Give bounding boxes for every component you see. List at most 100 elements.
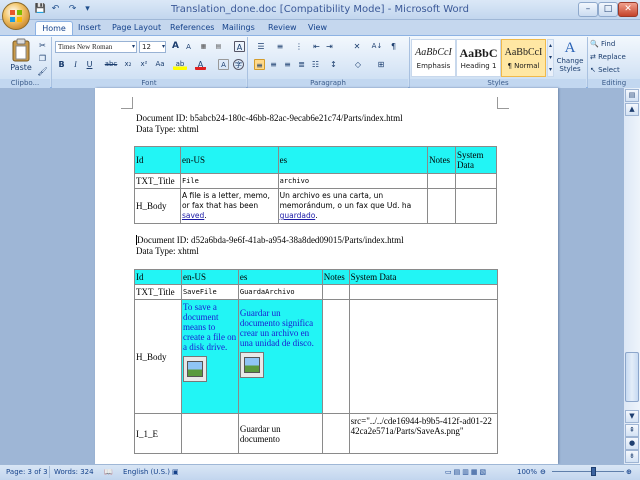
chevron-down-icon[interactable]: ▾ [158, 41, 169, 52]
cell-id[interactable]: H_Body [134, 188, 181, 224]
strikethrough-button[interactable]: abc [103, 59, 119, 70]
copy-icon[interactable]: ❐ [37, 53, 48, 64]
cell-en[interactable]: To save a document means to create a fil… [180, 299, 239, 414]
sort-button[interactable]: A↓ [370, 41, 384, 52]
superscript-button[interactable]: x² [137, 59, 151, 70]
cell-es[interactable]: GuardaArchivo [237, 284, 323, 300]
tab-page-layout[interactable]: Page Layout [110, 21, 163, 35]
proofing-icon[interactable]: 📖 [104, 466, 113, 478]
cell-id[interactable]: TXT_Title [134, 284, 182, 300]
close-button[interactable]: ✕ [618, 2, 638, 17]
borders-icon[interactable]: ⊞ [373, 59, 389, 70]
redo-icon[interactable]: ↷ [66, 3, 79, 16]
find-button[interactable]: 🔍 Find [590, 38, 638, 50]
zoom-level[interactable]: 100% [517, 466, 537, 478]
tab-home[interactable]: Home [35, 21, 73, 35]
maximize-button[interactable]: □ [598, 2, 618, 17]
cell-system-data[interactable]: src="../../cde16944-b9b5-412f-ad01-2242c… [348, 413, 499, 454]
office-button[interactable] [2, 2, 30, 30]
saved-link[interactable]: saved [182, 211, 204, 220]
enclose-characters-icon[interactable]: 字 [233, 59, 244, 70]
vertical-scrollbar[interactable] [624, 88, 640, 464]
scroll-down-icon[interactable]: ▼ [625, 410, 639, 423]
asian-layout-icon[interactable]: ✕ [349, 41, 365, 52]
image-placeholder-icon[interactable] [182, 356, 207, 382]
language-status[interactable]: English (U.S.) [123, 466, 170, 478]
change-case-button[interactable]: Aa [153, 59, 167, 70]
save-icon[interactable]: 💾 [34, 3, 47, 16]
previous-page-icon[interactable]: ⇞ [625, 424, 639, 437]
select-button[interactable]: ↖ Select [590, 64, 638, 76]
cell-id[interactable]: H_Body [134, 299, 182, 414]
format-painter-icon[interactable]: 🖌 [37, 66, 48, 77]
text-effects-icon[interactable]: ▦ [198, 41, 209, 52]
decrease-indent-icon[interactable]: ⇤ [311, 41, 322, 52]
cell-id[interactable]: I_1_E [134, 413, 182, 454]
image-placeholder-icon[interactable] [239, 352, 264, 378]
show-hide-button[interactable]: ¶ [388, 41, 399, 52]
cell-es[interactable]: Guardar un documento significa crear un … [237, 299, 323, 414]
cell-notes[interactable] [321, 299, 350, 414]
style-heading-1[interactable]: AaBbC Heading 1 [456, 39, 501, 77]
align-center-icon[interactable]: ≡ [268, 59, 279, 70]
chevron-down-icon[interactable]: ▾ [128, 41, 139, 52]
cell-notes[interactable] [427, 173, 457, 189]
change-styles-button[interactable]: A Change Styles [555, 39, 585, 77]
cell-notes[interactable] [321, 284, 350, 300]
align-right-icon[interactable]: ≡ [282, 59, 293, 70]
distributed-icon[interactable]: ☷ [310, 59, 321, 70]
bullets-icon[interactable]: ☰ [253, 41, 269, 52]
clear-formatting-button[interactable]: A [234, 41, 245, 52]
font-color-button[interactable]: A [195, 59, 206, 70]
replace-button[interactable]: ⇄ Replace [590, 51, 638, 63]
font-name-select[interactable]: Times New Roman [55, 41, 137, 53]
tab-references[interactable]: References [168, 21, 216, 35]
styles-scroll[interactable]: ▴ ▾ ▾ [547, 39, 554, 77]
cell-notes[interactable] [321, 413, 350, 454]
zoom-out-icon[interactable]: ⊖ [540, 466, 546, 478]
grow-font-button[interactable]: A [170, 41, 181, 52]
cell-en[interactable]: File [179, 173, 279, 189]
line-spacing-icon[interactable]: ↕ [328, 59, 339, 70]
scrollbar-thumb[interactable] [625, 352, 639, 402]
ruler-toggle-icon[interactable]: ▤ [625, 89, 639, 102]
numbering-icon[interactable]: ≡ [272, 41, 288, 52]
cell-system-data[interactable] [455, 188, 497, 224]
align-left-icon[interactable]: ≡ [254, 59, 265, 70]
cell-es[interactable]: Un archivo es una carta, un memorándum, … [277, 188, 429, 224]
paste-button[interactable] [8, 38, 34, 64]
style-emphasis[interactable]: AaBbCcI Emphasis [411, 39, 456, 77]
tab-mailings[interactable]: Mailings [220, 21, 257, 35]
tab-insert[interactable]: Insert [76, 21, 103, 35]
page-count[interactable]: Page: 3 of 3 [6, 466, 48, 478]
cell-system-data[interactable] [455, 173, 497, 189]
highlight-button[interactable]: ab [173, 59, 187, 70]
style-normal[interactable]: AaBbCcI ¶ Normal [501, 39, 546, 77]
zoom-slider-track[interactable] [552, 471, 624, 472]
macro-record-icon[interactable]: ▣ [172, 466, 179, 478]
minimize-button[interactable]: – [578, 2, 598, 17]
italic-button[interactable]: I [70, 59, 81, 70]
scroll-up-icon[interactable]: ▲ [625, 103, 639, 116]
cell-id[interactable]: TXT_Title [134, 173, 181, 189]
multilevel-list-icon[interactable]: ⋮ [291, 41, 307, 52]
cell-system-data[interactable] [348, 284, 499, 300]
undo-icon[interactable]: ↶ [49, 3, 62, 16]
select-browse-object-icon[interactable]: ● [625, 437, 639, 450]
increase-indent-icon[interactable]: ⇥ [324, 41, 335, 52]
shrink-font-button[interactable]: A [183, 42, 194, 53]
cell-en[interactable] [180, 413, 239, 454]
next-page-icon[interactable]: ⇟ [625, 450, 639, 463]
shading-icon[interactable]: ◇ [350, 59, 366, 70]
qat-dropdown-icon[interactable]: ▾ [81, 3, 94, 16]
bold-button[interactable]: B [56, 59, 67, 70]
cell-es[interactable]: Guardar un documento [237, 413, 323, 454]
word-count[interactable]: Words: 324 [54, 466, 94, 478]
zoom-in-icon[interactable]: ⊕ [626, 466, 632, 478]
subscript-button[interactable]: x₂ [121, 59, 135, 70]
cut-icon[interactable]: ✂ [37, 40, 48, 51]
view-buttons[interactable]: ▭▤▥▦▧ [445, 466, 488, 478]
tab-review[interactable]: Review [266, 21, 299, 35]
cell-system-data[interactable] [348, 299, 499, 414]
tab-view[interactable]: View [306, 21, 329, 35]
